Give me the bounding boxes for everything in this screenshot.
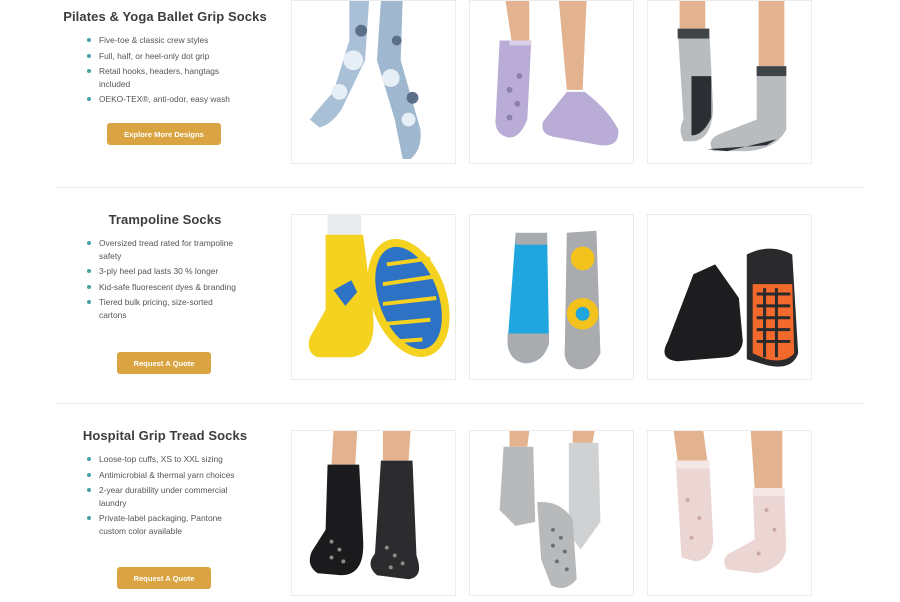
section-title: Trampoline Socks xyxy=(108,212,222,227)
feature-item: OEKO-TEX®, anti-odor, easy wash xyxy=(87,93,242,106)
tie-dye-crew-grip-sock-image xyxy=(292,1,455,163)
trampoline-section: Trampoline Socks Oversized tread rated f… xyxy=(0,212,900,382)
bullet-icon xyxy=(87,488,91,492)
product-image-card[interactable] xyxy=(469,0,634,164)
feature-list: Loose-top cuffs, XS to XXL sizing Antimi… xyxy=(55,453,242,537)
bullet-icon xyxy=(87,53,91,58)
bullet-icon xyxy=(87,284,91,289)
trampoline-info-panel: Trampoline Socks Oversized tread rated f… xyxy=(55,212,275,324)
feature-item: Loose-top cuffs, XS to XXL sizing xyxy=(87,453,242,466)
bullet-icon xyxy=(87,472,91,477)
bullet-icon xyxy=(87,269,91,273)
hospital-section: Hospital Grip Tread Socks Loose-top cuff… xyxy=(0,428,900,602)
grey-crew-grip-sock-image xyxy=(648,1,811,163)
request-quote-button[interactable]: Request A Quote xyxy=(117,567,211,589)
request-quote-button[interactable]: Request A Quote xyxy=(117,352,211,374)
pilates-info-panel: Pilates & Yoga Ballet Grip Socks Five-to… xyxy=(55,9,275,109)
explore-more-designs-button[interactable]: Explore More Designs xyxy=(107,123,221,145)
bullet-icon xyxy=(87,97,91,101)
product-image-card[interactable] xyxy=(291,430,456,596)
yellow-trampoline-sock-image xyxy=(292,215,455,379)
feature-item: Private-label packaging, Pantone custom … xyxy=(87,512,242,537)
feature-item: Oversized tread rated for trampoline saf… xyxy=(87,237,242,262)
blue-branded-trampoline-sock-image xyxy=(470,215,633,379)
section-title: Pilates & Yoga Ballet Grip Socks xyxy=(63,9,267,24)
feature-item: Kid-safe fluorescent dyes & branding xyxy=(87,281,242,294)
feature-item: Tiered bulk pricing, size-sorted cartons xyxy=(87,296,242,321)
hospital-info-panel: Hospital Grip Tread Socks Loose-top cuff… xyxy=(55,428,275,540)
feature-item: 2-year durability under commercial laund… xyxy=(87,484,242,509)
feature-item: Antimicrobial & thermal yarn choices xyxy=(87,469,242,482)
product-image-card[interactable] xyxy=(647,430,812,596)
feature-list: Oversized tread rated for trampoline saf… xyxy=(55,237,242,321)
feature-item: Retail hooks, headers, hangtags included xyxy=(87,65,242,90)
product-image-card[interactable] xyxy=(469,214,634,380)
bullet-icon xyxy=(87,241,91,245)
grey-hospital-grip-sock-image xyxy=(470,431,633,595)
feature-item: 3-ply heel pad lasts 30 % longer xyxy=(87,265,242,278)
bullet-icon xyxy=(87,516,91,520)
lavender-toe-grip-sock-image xyxy=(470,1,633,163)
pink-fuzzy-grip-sock-image xyxy=(648,431,811,595)
product-image-card[interactable] xyxy=(469,430,634,596)
black-hospital-grip-sock-image xyxy=(292,431,455,595)
pilates-yoga-section: Pilates & Yoga Ballet Grip Socks Five-to… xyxy=(0,0,900,180)
product-image-card[interactable] xyxy=(647,0,812,164)
bullet-icon xyxy=(87,457,91,461)
bullet-icon xyxy=(87,38,91,42)
section-divider xyxy=(55,187,865,188)
product-image-card[interactable] xyxy=(291,214,456,380)
feature-list: Five-toe & classic crew styles Full, hal… xyxy=(55,34,242,106)
feature-item: Full, half, or heel-only dot grip xyxy=(87,50,242,63)
section-divider xyxy=(55,403,865,404)
product-image-card[interactable] xyxy=(647,214,812,380)
product-image-card[interactable] xyxy=(291,0,456,164)
bullet-icon xyxy=(87,300,91,304)
feature-item: Five-toe & classic crew styles xyxy=(87,34,242,47)
section-title: Hospital Grip Tread Socks xyxy=(82,428,248,443)
bullet-icon xyxy=(87,69,91,73)
black-orange-grip-sock-image xyxy=(648,215,811,379)
